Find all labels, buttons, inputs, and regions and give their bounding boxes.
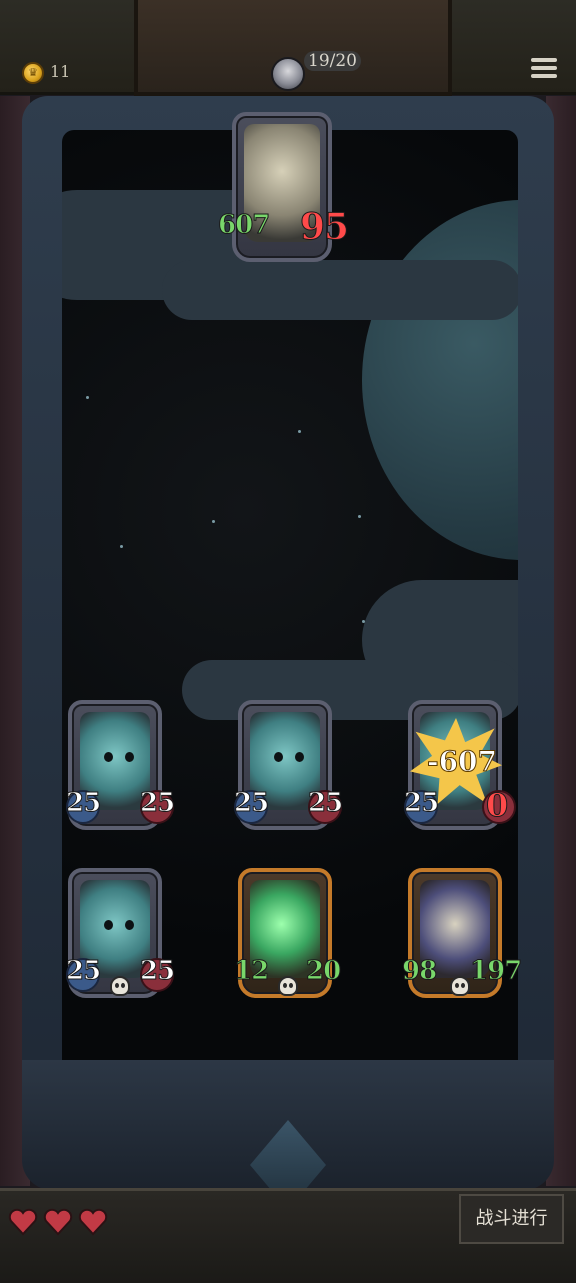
enemy-6-attack: 197: [469, 956, 522, 987]
boss-hp: 607: [217, 210, 270, 241]
hero-avatar[interactable]: [271, 57, 305, 91]
skull-icon: [110, 976, 130, 996]
coin-icon: ♛: [22, 62, 44, 84]
skull-icon: [450, 976, 470, 996]
coin-count: 11: [50, 62, 71, 81]
enemy-2-hp: 25: [233, 788, 269, 819]
star: [298, 430, 301, 433]
enemy-4-hp: 25: [65, 956, 101, 987]
boss-attack: 95: [299, 206, 349, 249]
star: [120, 545, 123, 548]
heart-icon: [8, 1208, 38, 1236]
enemy-1-attack: 25: [139, 788, 175, 819]
enemy-1-hp: 25: [65, 788, 101, 819]
moon: [362, 200, 518, 560]
heart-icon: [78, 1208, 108, 1236]
enemy-3-hp: 25: [403, 788, 439, 819]
battle-button[interactable]: 战斗进行: [459, 1194, 564, 1244]
enemy-4-attack: 25: [139, 956, 175, 987]
damage-number: -607: [426, 745, 498, 779]
enemy-2-attack: 25: [307, 788, 343, 819]
star: [212, 520, 215, 523]
enemy-3-attack: 0: [485, 786, 508, 825]
menu-icon[interactable]: [531, 58, 557, 82]
cloud: [162, 260, 518, 320]
star: [358, 515, 361, 518]
enemy-6-hp: 98: [401, 956, 437, 987]
star: [362, 620, 365, 623]
enemy-5-attack: 20: [305, 956, 341, 987]
star: [86, 396, 89, 399]
heart-icon: [43, 1208, 73, 1236]
enemy-5-hp: 12: [233, 956, 269, 987]
moves-counter: 19/20: [304, 51, 361, 71]
skull-icon: [278, 976, 298, 996]
